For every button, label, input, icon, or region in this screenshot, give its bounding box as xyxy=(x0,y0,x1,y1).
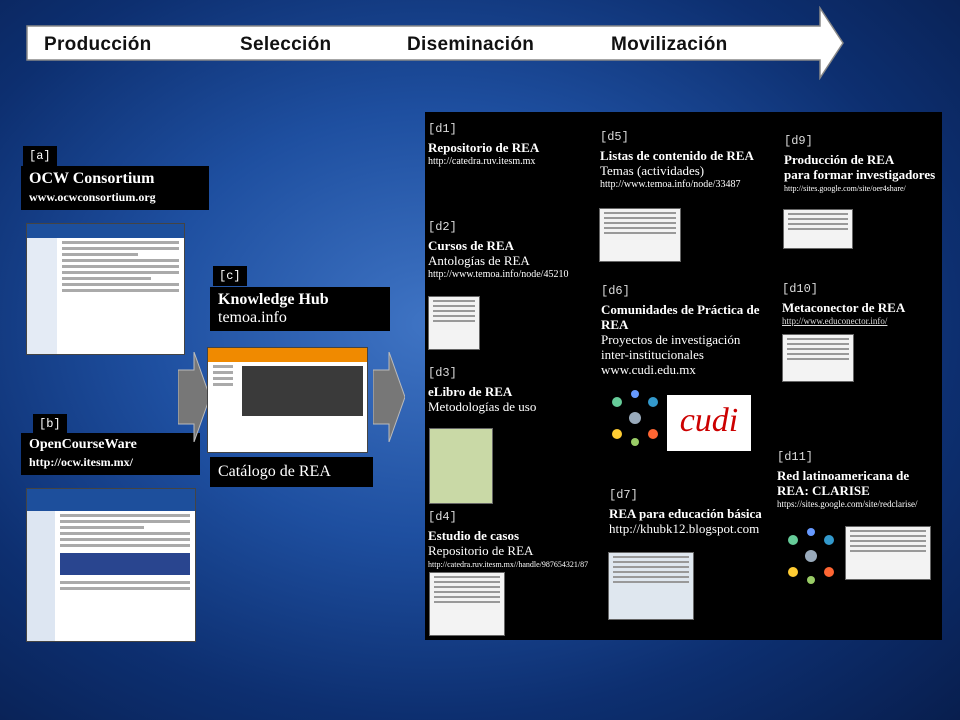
section-d10: [d10] Metaconector de REA http://www.edu… xyxy=(782,282,938,328)
stage-diseminacion: Diseminación xyxy=(407,34,535,55)
dissemination-panel: [d1] Repositorio de REA http://catedra.r… xyxy=(425,112,942,640)
stage-produccion: Producción xyxy=(44,34,152,55)
chevron-right-icon xyxy=(373,352,405,442)
ocw-consortium-screenshot xyxy=(26,223,185,355)
section-d2-url[interactable]: http://www.temoa.info/node/45210 xyxy=(428,268,598,281)
section-d11-thumbnail xyxy=(845,526,931,580)
section-d6-heading: Comunidades de Práctica de REA xyxy=(601,302,760,332)
section-d9-url[interactable]: http://sites.google.com/site/oer4share/ xyxy=(784,182,940,195)
section-d2-heading: Cursos de REA xyxy=(428,238,514,253)
section-d4-id: [d4] xyxy=(428,510,457,524)
section-d1: [d1] Repositorio de REA http://catedra.r… xyxy=(428,122,598,168)
section-d6-line2: inter-institucionales xyxy=(601,347,704,362)
section-d3-heading: eLibro de REA xyxy=(428,384,513,399)
knowledge-hub-box: Knowledge Hub temoa.info xyxy=(210,287,390,331)
section-d1-id: [d1] xyxy=(428,122,457,136)
section-d11-id: [d11] xyxy=(777,450,814,464)
section-d2-thumbnail xyxy=(428,296,480,350)
section-d3: [d3] eLibro de REA Metodologías de uso xyxy=(428,366,598,414)
opencourseware-box: OpenCourseWare http://ocw.itesm.mx/ xyxy=(21,433,200,475)
temoa-screenshot xyxy=(207,347,368,453)
section-d2-subheading: Antologías de REA xyxy=(428,253,530,268)
section-d3-id: [d3] xyxy=(428,366,457,380)
chevron-right-icon xyxy=(178,352,210,442)
section-d6-line1: Proyectos de investigación xyxy=(601,332,741,347)
stage-seleccion: Selección xyxy=(240,34,332,55)
section-d9-heading-2: para formar investigadores xyxy=(784,167,936,182)
cudi-logo: cudi xyxy=(667,395,751,451)
section-d7-thumbnail xyxy=(608,552,694,620)
section-d2: [d2] Cursos de REA Antologías de REA htt… xyxy=(428,220,598,281)
section-d5-heading: Listas de contenido de REA xyxy=(600,148,754,163)
catalogo-caption: Catálogo de REA xyxy=(218,463,331,480)
section-d11-heading-1: Red latinoamericana de xyxy=(777,468,910,483)
section-d6-url[interactable]: www.cudi.edu.mx xyxy=(601,362,781,377)
ocw-consortium-url[interactable]: www.ocwconsortium.org xyxy=(29,190,156,204)
section-d1-heading: Repositorio de REA xyxy=(428,140,540,155)
section-d7: [d7] REA para educación básica http://kh… xyxy=(609,488,789,536)
section-d6: [d6] Comunidades de Práctica de REA Proy… xyxy=(601,284,781,377)
opencourseware-screenshot xyxy=(26,488,196,642)
section-d9-thumbnail xyxy=(783,209,853,249)
section-d3-book-cover xyxy=(429,428,493,504)
section-d9-id: [d9] xyxy=(784,134,813,148)
section-d5-id: [d5] xyxy=(600,130,629,144)
section-d4-heading: Estudio de casos xyxy=(428,528,520,543)
section-d5-url[interactable]: http://www.temoa.info/node/33487 xyxy=(600,178,780,191)
section-d4-thumbnail xyxy=(429,572,505,636)
tag-b: [b] xyxy=(33,414,67,434)
stage-movilizacion: Movilización xyxy=(611,34,728,55)
section-d2-id: [d2] xyxy=(428,220,457,234)
section-d10-thumbnail xyxy=(782,334,854,382)
section-d5-thumbnail xyxy=(599,208,681,262)
section-d5-subheading: Temas (actividades) xyxy=(600,163,705,178)
network-people-icon xyxy=(612,390,658,446)
section-d9-heading-1: Producción de REA xyxy=(784,152,895,167)
section-d11-url[interactable]: https://sites.google.com/site/redclarise… xyxy=(777,498,937,511)
ocw-consortium-box: OCW Consortium www.ocwconsortium.org xyxy=(21,166,209,210)
section-d9: [d9] Producción de REA para formar inves… xyxy=(784,134,940,195)
section-d10-id: [d10] xyxy=(782,282,819,296)
ocw-consortium-title: OCW Consortium xyxy=(29,170,155,187)
section-d6-id: [d6] xyxy=(601,284,630,298)
section-d4: [d4] Estudio de casos Repositorio de REA… xyxy=(428,510,608,571)
section-d10-url[interactable]: http://www.educonector.info/ xyxy=(782,315,938,328)
section-d1-url[interactable]: http://catedra.ruv.itesm.mx xyxy=(428,155,598,168)
section-d7-url[interactable]: http://khubk12.blogspot.com xyxy=(609,521,789,536)
section-d4-url[interactable]: http://catedra.ruv.itesm.mx//handle/9876… xyxy=(428,558,608,571)
section-d7-heading: REA para educación básica xyxy=(609,506,762,521)
knowledge-hub-title: Knowledge Hub xyxy=(218,291,329,308)
opencourseware-title: OpenCourseWare xyxy=(29,437,137,452)
section-d11: [d11] Red latinoamericana de REA: CLARIS… xyxy=(777,450,937,511)
section-d5: [d5] Listas de contenido de REA Temas (a… xyxy=(600,130,780,191)
knowledge-hub-url[interactable]: temoa.info xyxy=(218,309,287,326)
section-d11-heading-2: REA: CLARISE xyxy=(777,483,870,498)
section-d3-subheading: Metodologías de uso xyxy=(428,399,537,414)
tag-a: [a] xyxy=(23,146,57,166)
section-d4-subheading: Repositorio de REA xyxy=(428,543,534,558)
section-d7-id: [d7] xyxy=(609,488,638,502)
network-people-icon xyxy=(788,528,834,584)
opencourseware-url[interactable]: http://ocw.itesm.mx/ xyxy=(29,455,133,469)
tag-c: [c] xyxy=(213,266,247,286)
section-d10-heading: Metaconector de REA xyxy=(782,300,906,315)
catalogo-box: Catálogo de REA xyxy=(210,457,373,487)
